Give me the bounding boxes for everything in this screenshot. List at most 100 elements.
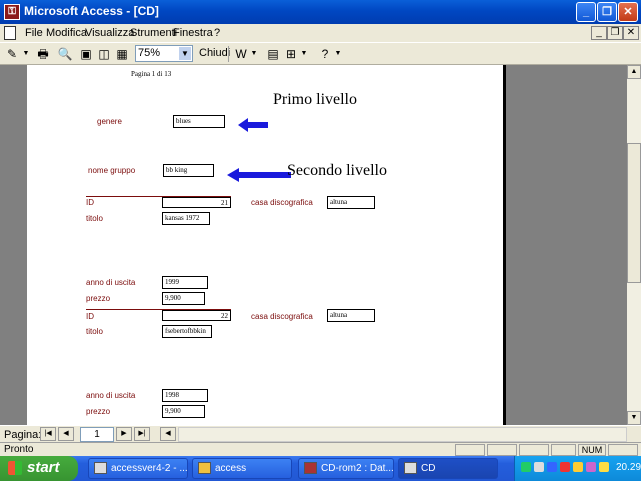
id-field: 22 xyxy=(162,310,231,321)
anno-label: anno di uscita xyxy=(86,278,136,287)
network-icon[interactable] xyxy=(521,462,531,472)
title-bar[interactable]: ⚿ Microsoft Access - [CD] _ ❐ ✕ xyxy=(0,0,641,24)
menu-strumenti[interactable]: Strumenti xyxy=(130,27,177,39)
annotation-primo-livello: Primo livello xyxy=(273,91,357,108)
next-page-button[interactable]: ▶ xyxy=(116,427,132,441)
help-icon[interactable]: ? xyxy=(316,45,334,63)
last-page-button[interactable]: ▶| xyxy=(134,427,150,441)
gruppo-label: nome gruppo xyxy=(88,166,136,175)
clock: 20.29 xyxy=(616,462,641,473)
menu-help[interactable]: ? xyxy=(214,27,220,39)
status-panel xyxy=(519,444,549,456)
report-icon xyxy=(404,462,417,474)
annotation-secondo-livello: Secondo livello xyxy=(287,162,387,179)
zoom-icon[interactable]: 🔍 xyxy=(56,45,74,63)
record-navigation-bar: Pagina: |◀ ◀ 1 ▶ ▶| ◀ xyxy=(0,425,641,442)
scroll-up-button[interactable]: ▲ xyxy=(627,65,641,79)
maximize-button[interactable]: ❐ xyxy=(597,2,617,22)
first-page-button[interactable]: |◀ xyxy=(40,427,56,441)
view-dropdown-icon[interactable]: ▼ xyxy=(22,45,30,63)
two-pages-icon[interactable]: ◫ xyxy=(95,45,113,63)
sync-icon[interactable] xyxy=(547,462,557,472)
id-label: ID xyxy=(86,312,94,321)
doc-restore-button[interactable]: ❐ xyxy=(607,26,623,40)
office-links-icon[interactable]: W xyxy=(232,45,250,63)
casa-label: casa discografica xyxy=(251,198,313,207)
document-icon xyxy=(94,462,107,474)
monitor-icon[interactable] xyxy=(534,462,544,472)
menu-bar: File Modifica Visualizza Strumenti Fines… xyxy=(0,24,641,43)
doc-minimize-button[interactable]: _ xyxy=(591,26,607,40)
menu-file[interactable]: File xyxy=(25,27,43,39)
page-nav-label: Pagina: xyxy=(4,429,42,441)
access-key-icon[interactable]: ⚿ xyxy=(4,4,20,20)
status-text: Pronto xyxy=(4,444,34,455)
titolo-label: titolo xyxy=(86,214,103,223)
casa-field: altuna xyxy=(327,196,375,209)
toolbar: ✎ ▼ 🖶 🔍 ▣ ◫ ▦ 75% ▼ Chiudi W ▼ ▤ ⊞ ▼ ? ▼ xyxy=(0,43,641,65)
start-button[interactable]: start xyxy=(0,456,78,481)
horizontal-scrollbar[interactable] xyxy=(178,427,627,442)
new-object-dropdown-icon[interactable]: ▼ xyxy=(300,45,308,63)
id-field: 21 xyxy=(162,197,231,208)
messenger-icon[interactable] xyxy=(586,462,596,472)
print-icon[interactable]: 🖶 xyxy=(34,45,52,63)
speaker-icon[interactable] xyxy=(599,462,609,472)
genere-label: genere xyxy=(97,117,122,126)
arrow-left-icon xyxy=(238,118,268,132)
arrow-left-icon xyxy=(227,168,291,182)
view-design-icon[interactable]: ✎ xyxy=(3,45,21,63)
antivirus-icon[interactable] xyxy=(560,462,570,472)
scroll-down-button[interactable]: ▼ xyxy=(627,411,641,425)
status-panel xyxy=(608,444,638,456)
doc-close-button[interactable]: ✕ xyxy=(623,26,639,40)
titolo-field: kansas 1972 xyxy=(162,212,210,225)
taskbar-item-label: accessver4-2 - ... xyxy=(111,463,188,474)
close-preview-button[interactable]: Chiudi xyxy=(199,47,230,59)
gruppo-field: bb king xyxy=(163,164,214,177)
status-panel xyxy=(551,444,576,456)
new-object-icon[interactable]: ⊞ xyxy=(282,45,300,63)
vertical-scroll-thumb[interactable] xyxy=(627,143,641,283)
prezzo-field: 9,900 xyxy=(162,292,205,305)
page-number-field[interactable]: 1 xyxy=(80,427,114,442)
taskbar-item-cd[interactable]: CD xyxy=(398,458,498,479)
prezzo-label: prezzo xyxy=(86,294,111,303)
casa-field: altuna xyxy=(327,309,375,322)
anno-label: anno di uscita xyxy=(86,391,136,400)
menu-finestra[interactable]: Finestra xyxy=(173,27,213,39)
close-button[interactable]: ✕ xyxy=(618,2,638,22)
menu-modifica[interactable]: Modifica xyxy=(46,27,87,39)
taskbar-item-accessver[interactable]: accessver4-2 - ... xyxy=(88,458,188,479)
page-info: Pagina 1 di 13 xyxy=(131,70,172,78)
one-page-icon[interactable]: ▣ xyxy=(77,45,95,63)
taskbar-item-cd-rom2[interactable]: CD-rom2 : Dat... xyxy=(298,458,394,479)
document-icon[interactable] xyxy=(4,26,16,40)
multiple-pages-icon[interactable]: ▦ xyxy=(113,45,131,63)
zoom-value: 75% xyxy=(138,47,161,59)
taskbar-item-label: CD xyxy=(421,463,436,474)
scroll-left-button[interactable]: ◀ xyxy=(160,427,176,441)
zoom-select[interactable]: 75% ▼ xyxy=(135,45,193,62)
id-label: ID xyxy=(86,198,94,207)
office-links-dropdown-icon[interactable]: ▼ xyxy=(250,45,258,63)
taskbar: start accessver4-2 - ... access CD-rom2 … xyxy=(0,456,641,481)
minimize-button[interactable]: _ xyxy=(576,2,596,22)
casa-label: casa discografica xyxy=(251,312,313,321)
help-dropdown-icon[interactable]: ▼ xyxy=(334,45,342,63)
chevron-down-icon[interactable]: ▼ xyxy=(179,47,191,60)
folder-icon xyxy=(198,462,211,474)
titolo-field: fsebertofbbkin xyxy=(162,325,212,338)
previous-page-button[interactable]: ◀ xyxy=(58,427,74,441)
taskbar-item-access[interactable]: access xyxy=(192,458,292,479)
anno-field: 1998 xyxy=(162,389,208,402)
database-window-icon[interactable]: ▤ xyxy=(264,45,282,63)
prezzo-field: 9,900 xyxy=(162,405,205,418)
start-label: start xyxy=(27,459,60,476)
toolbar-separator xyxy=(228,46,229,62)
security-icon[interactable] xyxy=(573,462,583,472)
prezzo-label: prezzo xyxy=(86,407,111,416)
menu-visualizza[interactable]: Visualizza xyxy=(85,27,134,39)
taskbar-item-label: access xyxy=(215,463,247,474)
access-icon xyxy=(304,462,317,474)
